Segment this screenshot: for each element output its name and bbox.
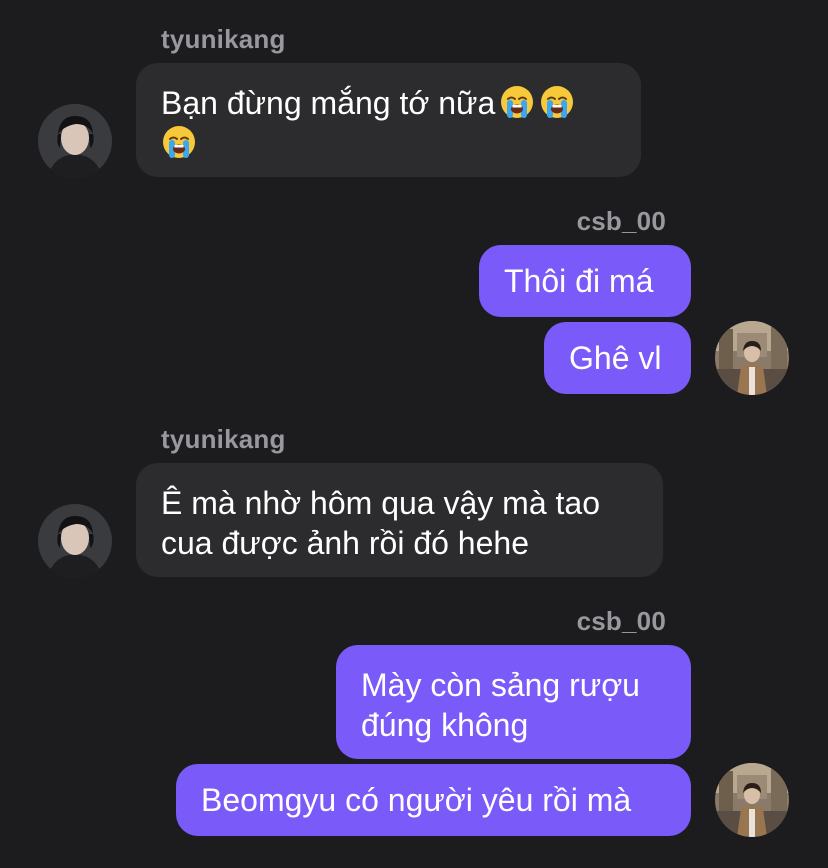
sender-name-tyunikang: tyunikang bbox=[161, 24, 286, 54]
message-bubble-outgoing[interactable]: Mày còn sảng rượu đúng không bbox=[336, 645, 691, 759]
loudly-crying-face-icon bbox=[499, 84, 535, 120]
avatar-csb_00-icon[interactable] bbox=[715, 321, 789, 395]
sender-name-csb_00: csb_00 bbox=[576, 606, 666, 636]
sender-name-tyunikang: tyunikang bbox=[161, 424, 286, 454]
message-text: Beomgyu có người yêu rồi mà bbox=[201, 782, 632, 818]
message-text: Thôi đi má bbox=[504, 263, 654, 299]
message-text: Ghê vl bbox=[569, 340, 662, 376]
message-text: Mày còn sảng rượu đúng không bbox=[361, 667, 640, 743]
avatar-tyunikang-icon[interactable] bbox=[38, 504, 112, 578]
message-bubble-incoming[interactable]: Ê mà nhờ hôm qua vậy mà tao cua được ảnh… bbox=[136, 463, 663, 577]
message-text: Ê mà nhờ hôm qua vậy mà tao cua được ảnh… bbox=[161, 485, 600, 561]
message-bubble-incoming[interactable]: Bạn đừng mắng tớ nữa bbox=[136, 63, 641, 177]
message-bubble-outgoing[interactable]: Thôi đi má bbox=[479, 245, 691, 317]
loudly-crying-face-icon bbox=[161, 124, 197, 160]
sender-name-csb_00: csb_00 bbox=[576, 206, 666, 236]
message-text: Bạn đừng mắng tớ nữa bbox=[161, 85, 496, 121]
loudly-crying-face-icon bbox=[539, 84, 575, 120]
avatar-tyunikang-icon[interactable] bbox=[38, 104, 112, 178]
avatar-csb_00-icon[interactable] bbox=[715, 763, 789, 837]
message-bubble-outgoing[interactable]: Ghê vl bbox=[544, 322, 691, 394]
message-bubble-outgoing[interactable]: Beomgyu có người yêu rồi mà bbox=[176, 764, 691, 836]
